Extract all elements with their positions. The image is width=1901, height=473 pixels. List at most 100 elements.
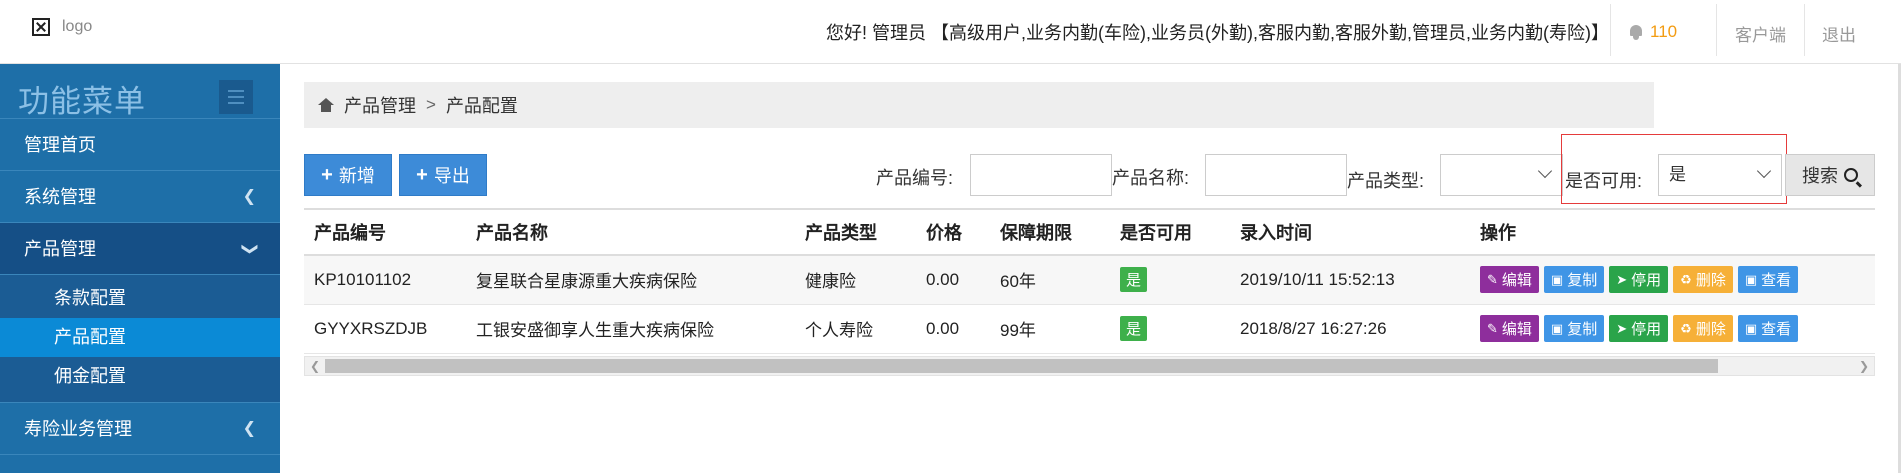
disable-label: 停用 — [1631, 321, 1662, 338]
circle-arrow-icon: ➤ — [1616, 271, 1628, 287]
copy-button[interactable]: ▣ 复制 — [1543, 315, 1605, 342]
save-icon: ▣ — [1744, 320, 1758, 336]
sidebar-item-home[interactable]: 管理首页 — [0, 119, 280, 171]
view-button[interactable]: ▣ 查看 — [1737, 315, 1799, 342]
edit-button[interactable]: ✎ 编辑 — [1480, 315, 1539, 342]
actions-cell: ✎ 编辑 ▣ 复制 ➤ 停用 ♻ 删除 ▣ 查看 — [1470, 255, 1875, 304]
top-header: logo 您好! 管理员 【高级用户,业务内勤(车险),业务员(外勤),客服内勤… — [0, 0, 1901, 64]
sidebar-item-system[interactable]: 系统管理 ❮ — [0, 171, 280, 223]
plus-icon: + — [416, 163, 428, 186]
sidebar-item-label: 寿险业务管理 — [24, 419, 132, 439]
delete-label: 删除 — [1695, 272, 1726, 290]
trash-icon: ♻ — [1680, 271, 1692, 287]
delete-button[interactable]: ♻ 删除 — [1673, 266, 1733, 294]
chevron-left-icon: ❮ — [242, 420, 256, 437]
search-button-label: 搜索 — [1802, 166, 1838, 186]
logout-link[interactable]: 退出 — [1822, 21, 1856, 46]
breadcrumb-separator: > — [426, 95, 436, 114]
created-time-cell: 2019/10/11 15:52:13 — [1240, 269, 1395, 289]
product-type-cell: 健康险 — [805, 272, 856, 292]
sidebar-toggle-button[interactable] — [219, 80, 253, 114]
chevron-down-icon — [1756, 163, 1772, 179]
breadcrumb-level1[interactable]: 产品管理 — [344, 92, 416, 118]
delete-label: 删除 — [1695, 321, 1726, 338]
column-header[interactable]: 产品类型 — [795, 209, 916, 255]
horizontal-scrollbar[interactable]: ❮ ❯ — [304, 356, 1875, 376]
broken-image-icon — [32, 18, 50, 36]
trash-icon: ♻ — [1680, 320, 1692, 336]
header-divider — [1716, 4, 1717, 56]
column-header[interactable]: 是否可用 — [1110, 209, 1230, 255]
product-code-input[interactable] — [970, 154, 1112, 196]
notification-button[interactable]: 110 — [1628, 22, 1677, 42]
sidebar-submenu-product: 条款配置 产品配置 佣金配置 — [0, 275, 280, 403]
circle-arrow-icon: ➤ — [1616, 320, 1628, 336]
search-icon — [1844, 168, 1858, 182]
sidebar-subitem-clause[interactable]: 条款配置 — [0, 279, 280, 318]
scroll-right-arrow-icon[interactable]: ❯ — [1859, 359, 1869, 373]
copy-button[interactable]: ▣ 复制 — [1543, 266, 1605, 294]
edit-button[interactable]: ✎ 编辑 — [1480, 266, 1539, 294]
column-header[interactable]: 录入时间 — [1230, 209, 1470, 255]
sidebar-item-life-insurance[interactable]: 寿险业务管理 ❮ — [0, 403, 280, 455]
available-cell: 是 — [1110, 255, 1230, 304]
sidebar-header: 功能菜单 — [0, 64, 280, 119]
breadcrumb-level2: 产品配置 — [445, 96, 518, 116]
edit-icon: ✎ — [1487, 320, 1498, 336]
available-select[interactable]: 是 — [1658, 154, 1782, 196]
client-link[interactable]: 客户端 — [1735, 21, 1786, 46]
delete-button[interactable]: ♻ 删除 — [1673, 315, 1733, 342]
scroll-left-arrow-icon[interactable]: ❮ — [310, 359, 320, 373]
search-button[interactable]: 搜索 — [1785, 154, 1875, 196]
save-icon: ▣ — [1550, 271, 1564, 287]
sidebar-item-product[interactable]: 产品管理 ❮ — [0, 223, 280, 275]
sidebar-subitem-product-config[interactable]: 产品配置 — [0, 318, 280, 357]
copy-label: 复制 — [1567, 321, 1598, 338]
term-cell: 60年 — [1000, 272, 1036, 292]
header-divider — [1804, 4, 1805, 56]
product-name-input[interactable] — [1205, 154, 1347, 196]
logo[interactable]: logo — [32, 18, 92, 36]
table-row[interactable]: KP10101102 复星联合星康源重大疾病保险 健康险 0.00 60年 是 … — [304, 255, 1875, 304]
product-type-label: 产品类型: — [1347, 171, 1425, 191]
column-header[interactable]: 产品名称 — [466, 209, 795, 255]
export-button[interactable]: + 导出 — [399, 154, 487, 196]
export-button-label: 导出 — [433, 166, 470, 186]
created-time-cell: 2018/8/27 16:27:26 — [1240, 318, 1387, 338]
product-name-cell: 复星联合星康源重大疾病保险 — [476, 272, 697, 292]
table-row[interactable]: GYYXRSZDJB 工银安盛御享人生重大疾病保险 个人寿险 0.00 99年 … — [304, 304, 1875, 353]
price-cell: 0.00 — [926, 318, 960, 338]
sidebar-subitem-commission[interactable]: 佣金配置 — [0, 357, 280, 396]
available-label: 是否可用: — [1565, 171, 1643, 191]
chevron-down-icon — [1537, 163, 1553, 179]
sidebar: 功能菜单 管理首页 系统管理 ❮ 产品管理 ❮ 条款配置 产品配置 佣金配置 寿… — [0, 64, 280, 473]
available-value: 是 — [1669, 165, 1686, 184]
disable-button[interactable]: ➤ 停用 — [1609, 315, 1669, 342]
column-header[interactable]: 保障期限 — [990, 209, 1110, 255]
column-header: 操作 — [1480, 223, 1516, 243]
column-header[interactable]: 价格 — [916, 209, 990, 255]
chevron-left-icon: ❮ — [242, 188, 256, 205]
product-type-select[interactable] — [1440, 154, 1563, 196]
home-icon[interactable] — [318, 98, 334, 112]
sidebar-item-label: 产品管理 — [24, 239, 96, 259]
logo-text: logo — [62, 18, 93, 35]
disable-button[interactable]: ➤ 停用 — [1609, 266, 1669, 294]
available-badge: 是 — [1120, 316, 1148, 341]
add-button[interactable]: + 新增 — [304, 154, 392, 196]
product-table: 产品编号 产品名称 产品类型 价格 保障期限 是否可用 录入时间 操作 KP10… — [304, 208, 1875, 354]
column-header[interactable]: 产品编号 — [304, 209, 466, 255]
notification-count: 110 — [1650, 22, 1678, 41]
menu-icon — [228, 90, 244, 92]
sidebar-item-label: 系统管理 — [24, 187, 96, 207]
scrollbar-thumb[interactable] — [325, 359, 1718, 373]
product-name-cell: 工银安盛御享人生重大疾病保险 — [476, 321, 714, 340]
add-button-label: 新增 — [338, 166, 375, 186]
view-label: 查看 — [1761, 272, 1792, 290]
save-icon: ▣ — [1744, 271, 1758, 287]
available-badge: 是 — [1120, 267, 1148, 293]
product-type-cell: 个人寿险 — [805, 321, 873, 340]
view-label: 查看 — [1761, 321, 1792, 338]
view-button[interactable]: ▣ 查看 — [1737, 266, 1799, 294]
plus-icon: + — [321, 163, 333, 186]
